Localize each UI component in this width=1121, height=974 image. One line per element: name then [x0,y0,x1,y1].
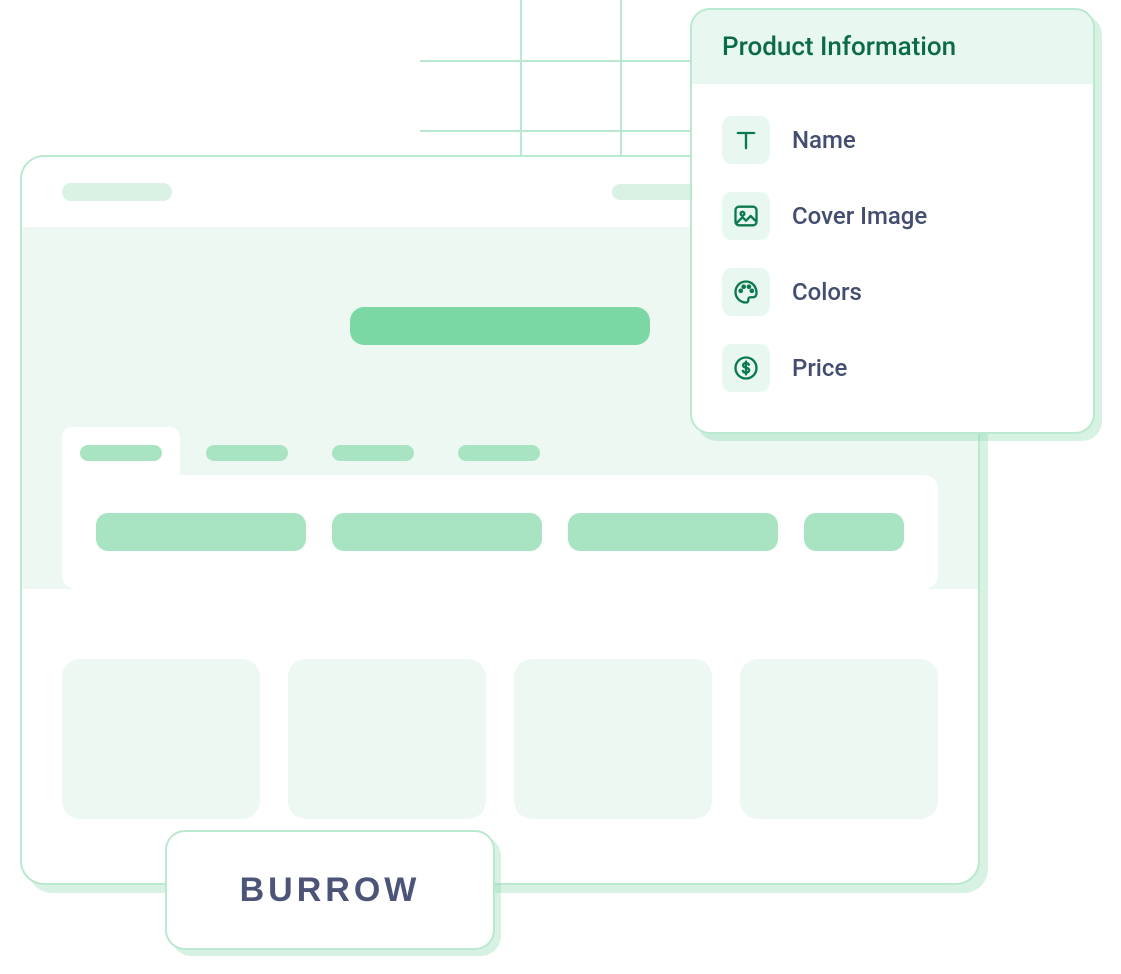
mockup-tab [314,427,432,475]
mockup-nav-item [612,184,702,200]
panel-title: Product Information [692,10,1093,84]
mockup-card [514,659,712,819]
mockup-card [740,659,938,819]
field-label: Colors [792,278,862,306]
field-row-colors[interactable]: Colors [718,254,1067,330]
product-info-panel: Product Information Name Cover Image Col… [690,8,1095,434]
brand-name: BURROW [240,871,421,910]
palette-icon [722,268,770,316]
field-label: Price [792,354,847,382]
mockup-chip [96,513,306,551]
panel-body: Name Cover Image Colors Price [692,84,1093,432]
mockup-tab [188,427,306,475]
mockup-chip [804,513,904,551]
mockup-card [62,659,260,819]
brand-badge: BURROW [165,830,495,950]
image-icon [722,192,770,240]
mockup-tab-content [62,475,938,589]
mockup-cards-row [22,637,978,819]
field-label: Name [792,126,856,154]
mockup-hero-heading-placeholder [350,307,650,345]
mockup-chip [332,513,542,551]
mockup-tab-active [62,427,180,475]
field-row-price[interactable]: Price [718,330,1067,406]
field-label: Cover Image [792,202,927,230]
mockup-card [288,659,486,819]
field-row-name[interactable]: Name [718,102,1067,178]
mockup-logo-placeholder [62,183,172,201]
mockup-tab [440,427,558,475]
dollar-icon [722,344,770,392]
field-row-cover-image[interactable]: Cover Image [718,178,1067,254]
text-icon [722,116,770,164]
mockup-chip [568,513,778,551]
mockup-tabs-section [22,427,978,589]
